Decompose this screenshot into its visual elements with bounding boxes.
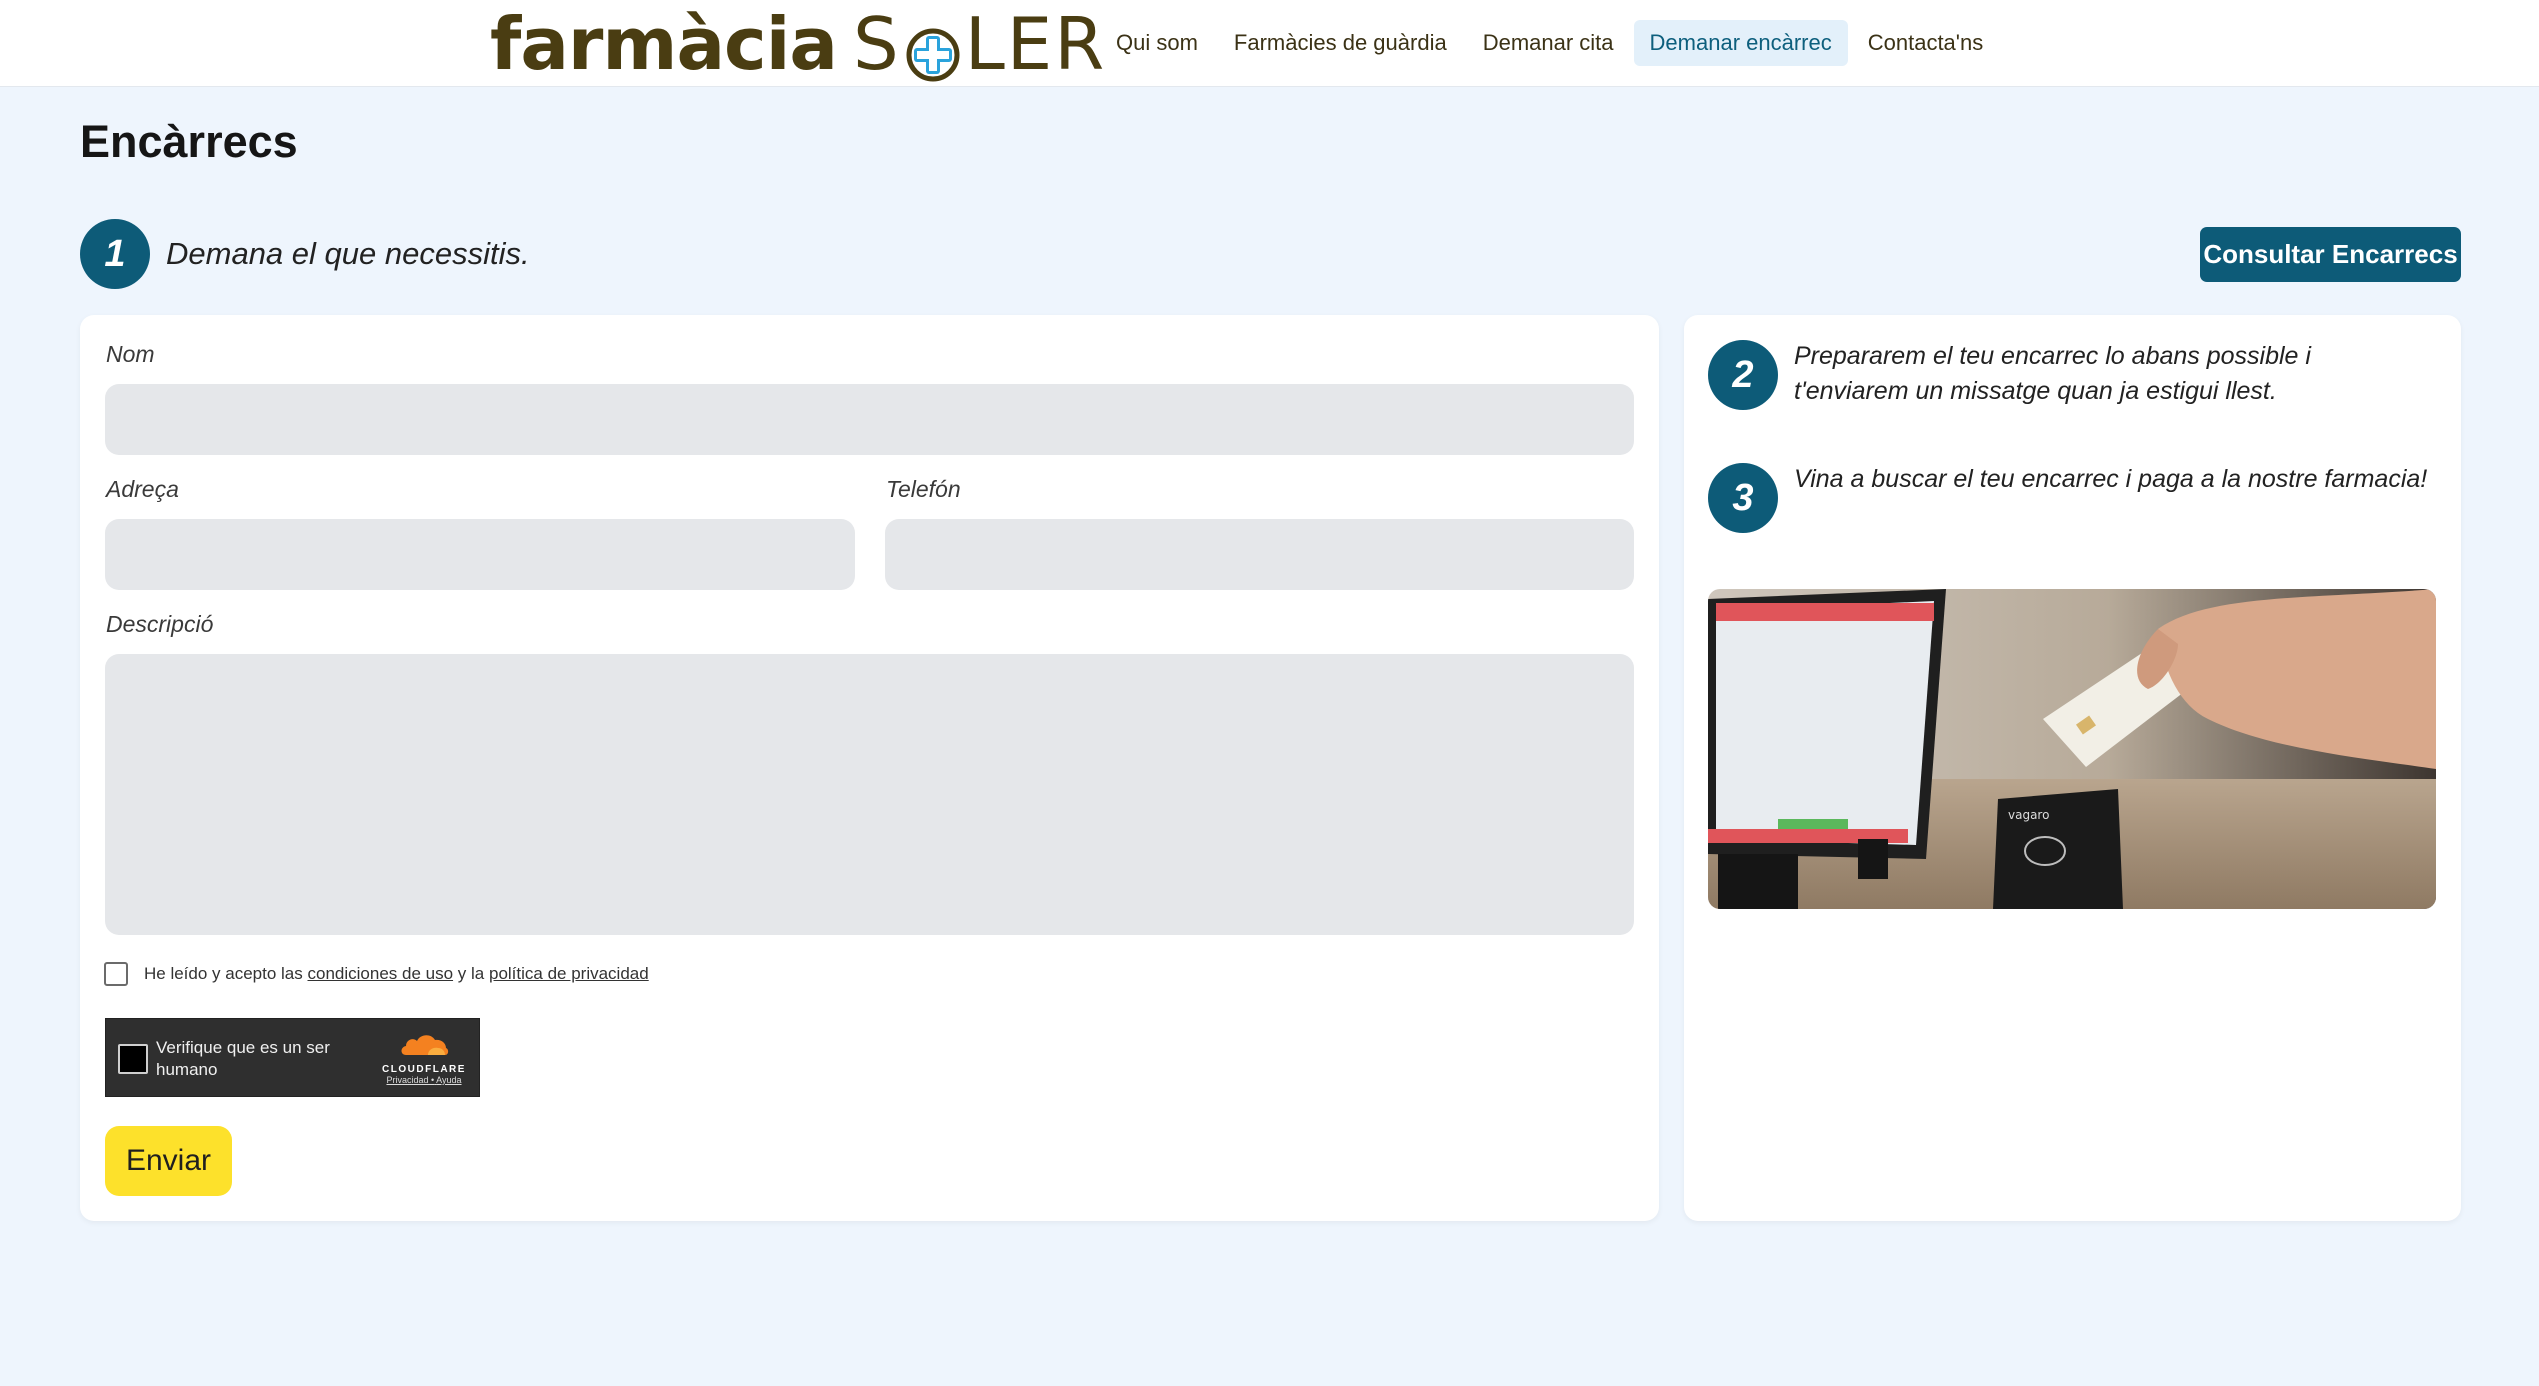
captcha-label: Verifique que es un ser humano xyxy=(156,1038,330,1079)
step-2-badge: 2 xyxy=(1708,340,1778,410)
logo-letters-ler: LER xyxy=(964,2,1107,86)
logo-wordmark-bold: farmàcia xyxy=(490,2,838,86)
cloudflare-turnstile: Verifique que es un ser humano CLOUDFLAR… xyxy=(105,1018,480,1097)
description-textarea[interactable] xyxy=(105,654,1634,935)
captcha-links: Privacidad • Ayuda xyxy=(376,1075,472,1085)
captcha-separator: • xyxy=(431,1075,435,1085)
terms-checkbox[interactable] xyxy=(104,962,128,986)
card-payment-photo: vagaro xyxy=(1708,589,2436,909)
name-label: Nom xyxy=(106,341,155,367)
nav-contactans[interactable]: Contacta'ns xyxy=(1852,20,2000,66)
nav-demanar-encarrec[interactable]: Demanar encàrrec xyxy=(1633,20,1848,66)
phone-input[interactable] xyxy=(885,519,1634,590)
terminal-brand: vagaro xyxy=(2008,808,2049,822)
page-title: Encàrrecs xyxy=(80,116,298,167)
main-nav: Qui som Farmàcies de guàrdia Demanar cit… xyxy=(1100,20,1999,66)
phone-label: Telefón xyxy=(886,476,961,502)
step-1-text: Demana el que necessitis. xyxy=(166,236,530,271)
name-input[interactable] xyxy=(105,384,1634,455)
address-label: Adreça xyxy=(106,476,179,502)
brand-logo[interactable]: farmàcia S LER xyxy=(490,2,1106,86)
step-2-text: Prepararem el teu encarrec lo abans poss… xyxy=(1794,339,2311,409)
step-2-text-line1: Prepararem el teu encarrec lo abans poss… xyxy=(1794,342,2311,370)
logo-letter-s: S xyxy=(852,2,901,86)
terms-text: He leído y acepto las condiciones de uso… xyxy=(144,964,649,984)
nav-qui-som[interactable]: Qui som xyxy=(1100,20,1214,66)
privacy-policy-link[interactable]: política de privacidad xyxy=(489,964,649,983)
description-label: Descripció xyxy=(106,611,214,637)
terms-of-use-link[interactable]: condiciones de uso xyxy=(308,964,454,983)
cloudflare-wordmark: CLOUDFLARE xyxy=(382,1064,466,1075)
nav-farmacies-de-guardia[interactable]: Farmàcies de guàrdia xyxy=(1218,20,1463,66)
cloudflare-cloud-icon xyxy=(401,1035,449,1055)
order-form-card: Nom Adreça Telefón Descripció He leído y… xyxy=(80,315,1659,1221)
nav-demanar-cita[interactable]: Demanar cita xyxy=(1467,20,1630,66)
logo-wordmark-light: S LER xyxy=(853,2,1106,86)
step-3-text: Vina a buscar el teu encarrec i paga a l… xyxy=(1794,465,2428,493)
captcha-checkbox[interactable] xyxy=(118,1044,148,1074)
terms-prefix: He leído y acepto las xyxy=(144,964,303,983)
info-card: 2 Prepararem el teu encarrec lo abans po… xyxy=(1684,315,2461,1221)
captcha-help-link[interactable]: Ayuda xyxy=(436,1075,461,1085)
cloudflare-logo: CLOUDFLARE Privacidad • Ayuda xyxy=(376,1031,472,1091)
submit-button[interactable]: Enviar xyxy=(105,1126,232,1196)
step-2-text-line2: t'enviarem un missatge quan ja estigui l… xyxy=(1794,377,2277,405)
site-header: farmàcia S LER Qui som Farmàcies de guàr… xyxy=(0,0,2539,87)
pharmacy-cross-icon xyxy=(905,16,961,82)
address-input[interactable] xyxy=(105,519,855,590)
step-3-badge: 3 xyxy=(1708,463,1778,533)
captcha-privacy-link[interactable]: Privacidad xyxy=(386,1075,428,1085)
consult-orders-button[interactable]: Consultar Encarrecs xyxy=(2200,227,2461,282)
terms-mid: y la xyxy=(457,964,485,983)
step-1-badge: 1 xyxy=(80,219,150,289)
